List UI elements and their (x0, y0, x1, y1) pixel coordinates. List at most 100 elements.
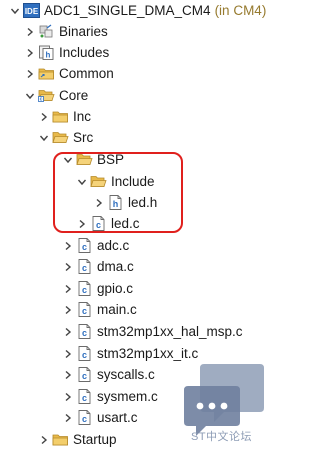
tree-item-binaries[interactable]: Binaries (24, 21, 108, 42)
project-name: ADC1_SINGLE_DMA_CM4 (44, 3, 211, 18)
tree-item-label: Core (59, 88, 89, 103)
c-file-icon: c (76, 345, 93, 362)
project-explorer-tree: IDE ADC1_SINGLE_DMA_CM4 (in CM4) Binarie… (0, 0, 269, 452)
tree-item-common[interactable]: Common (24, 63, 114, 84)
chevron-right-icon[interactable] (62, 412, 74, 424)
linked-folder-icon (38, 65, 55, 82)
chevron-right-icon[interactable] (62, 261, 74, 273)
chevron-down-icon[interactable] (9, 5, 21, 17)
tree-item-hal-msp-c[interactable]: c stm32mp1xx_hal_msp.c (62, 321, 243, 342)
chevron-right-icon[interactable] (38, 434, 50, 446)
tree-item-label: led.c (111, 216, 140, 231)
folder-icon (52, 431, 69, 448)
c-file-icon: c (90, 215, 107, 232)
chevron-right-icon[interactable] (62, 348, 74, 360)
tree-item-label: dma.c (97, 259, 134, 274)
tree-item-label: syscalls.c (97, 367, 155, 382)
svg-text:c: c (82, 350, 87, 360)
tree-item-core[interactable]: c Core (24, 85, 88, 106)
tree-item-label: Src (73, 130, 94, 145)
tree-item-label: gpio.c (97, 281, 134, 296)
chevron-right-icon[interactable] (62, 304, 74, 316)
tree-item-label: usart.c (97, 410, 138, 425)
chevron-right-icon[interactable] (24, 26, 36, 38)
chevron-down-icon[interactable] (24, 90, 36, 102)
tree-item-label: adc.c (97, 238, 130, 253)
tree-item-syscalls-c[interactable]: c syscalls.c (62, 364, 155, 385)
tree-item-label: Startup (73, 432, 117, 447)
svg-text:c: c (82, 371, 87, 381)
includes-icon: h (38, 44, 55, 61)
tree-item-label: BSP (97, 152, 125, 167)
tree-item-main-c[interactable]: c main.c (62, 299, 137, 320)
binaries-icon (38, 23, 55, 40)
tree-item-sysmem-c[interactable]: c sysmem.c (62, 386, 158, 407)
chevron-right-icon[interactable] (62, 369, 74, 381)
tree-item-gpio-c[interactable]: c gpio.c (62, 278, 133, 299)
c-file-icon: c (76, 366, 93, 383)
tree-item-usart-c[interactable]: c usart.c (62, 407, 138, 428)
tree-item-bsp[interactable]: BSP (62, 149, 124, 170)
source-folder-open-icon: c (38, 87, 55, 104)
chevron-right-icon[interactable] (62, 240, 74, 252)
chevron-down-icon[interactable] (76, 176, 88, 188)
svg-text:h: h (46, 51, 51, 60)
tree-item-label: led.h (128, 195, 158, 210)
tree-item-label: Inc (73, 109, 92, 124)
tree-item-src[interactable]: Src (38, 127, 93, 148)
tree-item-label: Binaries (59, 24, 108, 39)
tree-item-project[interactable]: IDE ADC1_SINGLE_DMA_CM4 (in CM4) (9, 0, 266, 21)
tree-item-inc[interactable]: Inc (38, 106, 91, 127)
tree-item-led-h[interactable]: h led.h (93, 192, 157, 213)
chevron-right-icon[interactable] (24, 68, 36, 80)
svg-text:c: c (82, 393, 87, 403)
tree-item-label: Includes (59, 45, 110, 60)
chevron-right-icon[interactable] (76, 218, 88, 230)
c-file-icon: c (76, 388, 93, 405)
tree-item-includes[interactable]: h Includes (24, 42, 109, 63)
svg-text:c: c (82, 285, 87, 295)
chevron-right-icon[interactable] (24, 47, 36, 59)
c-file-icon: c (76, 323, 93, 340)
chevron-down-icon[interactable] (62, 154, 74, 166)
svg-text:c: c (82, 328, 87, 338)
ide-project-icon: IDE (23, 2, 40, 19)
chevron-right-icon[interactable] (62, 283, 74, 295)
chevron-right-icon[interactable] (62, 326, 74, 338)
folder-icon (52, 108, 69, 125)
svg-text:c: c (82, 306, 87, 316)
svg-text:c: c (96, 220, 101, 230)
tree-item-dma-c[interactable]: c dma.c (62, 256, 134, 277)
tree-item-label: Common (59, 66, 114, 81)
folder-open-icon (52, 129, 69, 146)
svg-text:c: c (82, 414, 87, 424)
tree-item-it-c[interactable]: c stm32mp1xx_it.c (62, 343, 198, 364)
tree-item-label: Include (111, 174, 155, 189)
chevron-right-icon[interactable] (38, 111, 50, 123)
svg-text:h: h (113, 199, 119, 209)
tree-item-led-c[interactable]: c led.c (76, 213, 140, 234)
chevron-right-icon[interactable] (62, 391, 74, 403)
c-file-icon: c (76, 409, 93, 426)
folder-open-icon (76, 151, 93, 168)
tree-item-include[interactable]: Include (76, 171, 155, 192)
tree-item-label: stm32mp1xx_hal_msp.c (97, 324, 243, 339)
header-file-icon: h (107, 194, 124, 211)
chevron-right-icon[interactable] (93, 197, 105, 209)
c-file-icon: c (76, 280, 93, 297)
svg-text:c: c (82, 263, 87, 273)
svg-text:c: c (40, 97, 43, 103)
tree-item-startup[interactable]: Startup (38, 429, 117, 450)
project-suffix: (in CM4) (214, 3, 267, 18)
c-file-icon: c (76, 301, 93, 318)
c-file-icon: c (76, 237, 93, 254)
svg-text:c: c (82, 242, 87, 252)
svg-text:IDE: IDE (25, 7, 39, 16)
tree-item-adc-c[interactable]: c adc.c (62, 235, 129, 256)
c-file-icon: c (76, 258, 93, 275)
watermark-text: ST中文论坛 (191, 431, 253, 443)
tree-item-label: main.c (97, 302, 137, 317)
tree-item-label: sysmem.c (97, 389, 158, 404)
folder-open-icon (90, 173, 107, 190)
chevron-down-icon[interactable] (38, 132, 50, 144)
